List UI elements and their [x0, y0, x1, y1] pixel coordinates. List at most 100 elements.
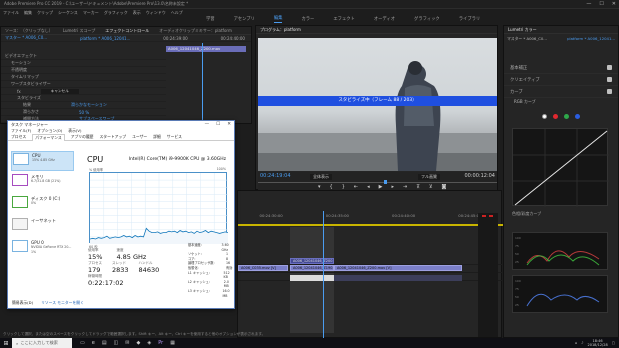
- effect-row[interactable]: 結果 滑らかなモーション: [1, 102, 166, 109]
- taskbar-search[interactable]: ⌕ ここに入力して検索: [12, 338, 72, 348]
- effect-row[interactable]: モーション: [1, 60, 166, 67]
- tab-audio-clip-mixer[interactable]: オーディオクリップミキサー：platform: [159, 28, 232, 34]
- channel-green-dot[interactable]: [564, 114, 569, 119]
- tab-effect-controls[interactable]: エフェクトコントロール: [105, 28, 149, 34]
- network-icon[interactable]: ⌂: [575, 341, 577, 345]
- close-button[interactable]: ✕: [612, 1, 616, 7]
- app-icon[interactable]: ◈: [147, 340, 151, 346]
- minimize-button[interactable]: —: [586, 1, 591, 7]
- edge-icon[interactable]: e: [92, 340, 95, 346]
- tm-minimize-button[interactable]: —: [205, 122, 210, 127]
- rgb-curve-label[interactable]: RGB カーブ: [504, 98, 618, 106]
- checkbox[interactable]: [607, 89, 612, 94]
- store-icon[interactable]: ◫: [114, 340, 119, 346]
- lumetri-section-creative[interactable]: クリエイティブ: [504, 74, 618, 86]
- tab-users[interactable]: ユーザー: [132, 134, 147, 140]
- lumetri-clip-label[interactable]: platform * A006_12041...: [567, 36, 615, 42]
- workspace-color[interactable]: カラー: [301, 16, 314, 22]
- menu-marker[interactable]: マーカー: [83, 10, 99, 16]
- sidebar-item-disk[interactable]: ディスク 0 (C:) 0%: [11, 195, 74, 215]
- effect-row[interactable]: スタビライズ: [1, 95, 166, 102]
- cancel-button[interactable]: キャンセル: [40, 88, 79, 94]
- tab-app-history[interactable]: アプリの履歴: [71, 134, 94, 140]
- fit-dropdown[interactable]: 全体表示: [310, 174, 332, 180]
- lumetri-title[interactable]: Lumetri カラー: [508, 27, 537, 33]
- effect-row[interactable]: ワープスタビライザー: [1, 81, 166, 88]
- task-manager-icon[interactable]: ▦: [170, 340, 175, 346]
- effect-row[interactable]: ビデオエフェクト: [1, 53, 166, 60]
- sidebar-item-memory[interactable]: メモリ 6.7/31.8 GB (21%): [11, 173, 74, 193]
- workspace-audio[interactable]: オーディオ: [374, 16, 395, 22]
- effect-row[interactable]: タイムリマップ: [1, 74, 166, 81]
- timeline-clip[interactable]: A006_12041046_Z200.mov [V]: [290, 258, 334, 264]
- tm-close-button[interactable]: ✕: [227, 122, 231, 127]
- menu-sequence[interactable]: シーケンス: [58, 10, 78, 16]
- timeline-clip[interactable]: A006_C035.mov [V]: [238, 265, 288, 271]
- clip-chip[interactable]: A006_12041046_Z200.mov: [166, 46, 246, 52]
- menu-file[interactable]: ファイル: [3, 10, 19, 16]
- audio-clip-selected[interactable]: [290, 275, 334, 281]
- workspace-graphics[interactable]: グラフィック: [414, 16, 440, 22]
- task-view-icon[interactable]: ▭: [80, 340, 85, 346]
- channel-red-dot[interactable]: [553, 114, 558, 119]
- scope-red-green: 100 75 50 25: [512, 232, 608, 270]
- windows-start-icon[interactable]: ⊞: [0, 340, 12, 347]
- app-icon[interactable]: ◆: [136, 340, 140, 346]
- hue-sat-label[interactable]: 色相/彩度カーブ: [512, 211, 541, 217]
- explorer-icon[interactable]: ▤: [102, 340, 107, 346]
- sidebar-item-gpu[interactable]: GPU 0 NVIDIA GeForce RTX 20... 1%: [11, 239, 74, 259]
- checkbox[interactable]: [607, 65, 612, 70]
- timeline-playhead[interactable]: [323, 211, 324, 339]
- tab-services[interactable]: サービス: [167, 134, 182, 140]
- brief-view-link[interactable]: 簡易表示(D): [12, 300, 33, 306]
- quality-dropdown[interactable]: フル画質: [418, 174, 440, 180]
- lumetri-master-label[interactable]: マスター * A006_C0...: [507, 36, 547, 42]
- tab-source[interactable]: ソース：（クリップなし）: [5, 28, 53, 34]
- effect-row[interactable]: fx キャンセル: [1, 88, 166, 95]
- program-timecode-left[interactable]: 00:24:19:04: [260, 173, 291, 179]
- clock-date[interactable]: 2018/12/28: [588, 343, 608, 347]
- menu-help[interactable]: ヘルプ: [171, 10, 183, 16]
- audio-clip[interactable]: [334, 275, 462, 281]
- tab-processes[interactable]: プロセス: [11, 134, 26, 140]
- effect-playhead[interactable]: [202, 43, 203, 123]
- workspace-libraries[interactable]: ライブラリ: [459, 16, 480, 22]
- checkbox[interactable]: [607, 77, 612, 82]
- workspace-editing[interactable]: 編集: [273, 15, 283, 23]
- mail-icon[interactable]: ✉: [125, 340, 129, 346]
- lumetri-section-basic[interactable]: 基本補正: [504, 62, 618, 74]
- effect-row[interactable]: 滑らかさ 50 %: [1, 109, 166, 116]
- menu-edit[interactable]: 編集: [24, 10, 32, 16]
- program-title[interactable]: プログラム：platform: [260, 27, 301, 33]
- maximize-button[interactable]: ☐: [599, 1, 603, 7]
- sidebar-item-cpu[interactable]: CPU 15% 4.85 GHz: [11, 151, 74, 171]
- tab-startup[interactable]: スタートアップ: [99, 134, 126, 140]
- channel-white-dot[interactable]: [542, 114, 547, 119]
- notification-icon[interactable]: ▢: [612, 341, 615, 345]
- timeline-clip[interactable]: A006_12041046_Z190.mov [V]: [290, 265, 334, 271]
- menu-view[interactable]: 表示: [133, 10, 141, 16]
- menu-clip[interactable]: クリップ: [37, 10, 53, 16]
- workspace-effects[interactable]: エフェクト: [333, 16, 354, 22]
- resource-monitor-link[interactable]: リソース モニターを開く: [41, 300, 84, 306]
- menu-window[interactable]: ウィンドウ: [146, 10, 166, 16]
- workspace-assembly[interactable]: アセンブリ: [234, 16, 255, 22]
- tm-maximize-button[interactable]: ☐: [216, 122, 220, 127]
- rgb-curve-graph[interactable]: [512, 128, 609, 207]
- sidebar-item-ethernet[interactable]: イーサネット: [11, 217, 74, 237]
- premiere-icon[interactable]: Pr: [158, 340, 163, 346]
- workspace-learn[interactable]: 学習: [206, 16, 215, 22]
- tab-details[interactable]: 詳細: [153, 134, 161, 140]
- tab-performance[interactable]: パフォーマンス: [32, 133, 65, 141]
- lumetri-section-curves[interactable]: カーブ: [504, 86, 618, 98]
- work-area-bar[interactable]: [238, 224, 503, 226]
- sequence-clip-label[interactable]: platform * A006_12041...: [80, 36, 130, 41]
- channel-blue-dot[interactable]: [575, 114, 580, 119]
- volume-icon[interactable]: ♪: [581, 341, 583, 345]
- timeline-clip[interactable]: A006_12041046_Z200.mov [V]: [334, 265, 462, 271]
- effect-row[interactable]: 不透明度: [1, 67, 166, 74]
- timeline-ruler[interactable]: 00:24:30:00 00:24:35:00 00:24:40:00 00:24:4…: [238, 213, 503, 223]
- menu-graphics[interactable]: グラフィック: [104, 10, 128, 16]
- tab-lumetri-scopes[interactable]: Lumetri スコープ: [63, 28, 95, 34]
- master-clip-label[interactable]: マスター * A006_C0...: [5, 35, 47, 41]
